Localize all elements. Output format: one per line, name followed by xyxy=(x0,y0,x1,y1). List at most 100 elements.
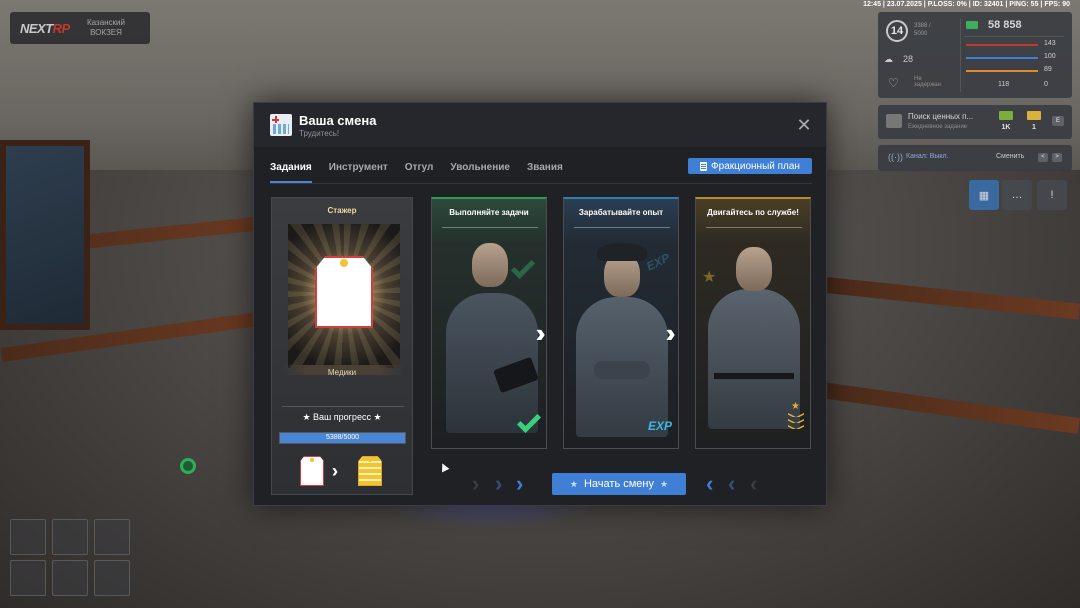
star-icon: ★ xyxy=(660,478,669,489)
status-bar: 12:45 | 23.07.2025 | P.LOSS: 0% | ID: 32… xyxy=(863,1,1070,8)
wings-icon: ☁ xyxy=(884,54,893,64)
close-icon[interactable]: ✕ xyxy=(796,116,812,134)
ticket-icon xyxy=(1027,111,1041,120)
quest-key-hint: E xyxy=(1052,116,1064,126)
tag-hole xyxy=(368,458,372,462)
step-card-experience: Зарабатывайте опыт EXP EXP xyxy=(563,197,679,449)
inventory-slot[interactable] xyxy=(94,560,130,596)
start-shift-label: Начать смену xyxy=(583,478,654,490)
modal-title: Ваша смена xyxy=(299,113,377,128)
hunger-bar xyxy=(966,70,1038,72)
radio-next-button[interactable]: > xyxy=(1052,153,1062,162)
step-card-promotion: Двигайтесь по службе! ★ ★ xyxy=(695,197,811,449)
inventory-slot[interactable] xyxy=(94,519,130,555)
officer-illustration: ★ ★ xyxy=(696,233,810,448)
step-title: Зарабатывайте опыт xyxy=(578,208,664,217)
inventory-slot[interactable] xyxy=(10,560,46,596)
step-divider xyxy=(442,227,538,228)
radio-channel: ((·)) Канал: Выкл. Сменить < > xyxy=(878,145,1072,171)
faction-plan-label: Фракционный план xyxy=(711,160,800,172)
officer-illustration xyxy=(432,233,546,448)
radio-change-label: Сменить xyxy=(996,153,1025,160)
armor-bar xyxy=(966,57,1038,59)
calendar-icon[interactable]: ▦ xyxy=(969,180,999,210)
faction-plan-button[interactable]: Фракционный план xyxy=(688,158,812,174)
health-bar xyxy=(966,44,1038,46)
star-icon: ★ xyxy=(569,478,578,489)
tab-tasks[interactable]: Задания xyxy=(270,159,312,183)
modal-tabs: Задания Инструмент Отгул Увольнение Зван… xyxy=(270,159,563,183)
document-icon xyxy=(700,161,708,171)
level-badge: 14 xyxy=(886,20,908,42)
exp-icon: EXP xyxy=(644,250,672,274)
mouse-cursor-icon xyxy=(438,461,450,473)
tab-tools[interactable]: Инструмент xyxy=(329,159,388,183)
chevron-left-icon: ‹ xyxy=(728,471,736,496)
officer-body xyxy=(708,289,800,429)
chevron-right-icon: › xyxy=(472,471,480,496)
inventory-slot[interactable] xyxy=(52,519,88,555)
tabs-divider xyxy=(270,183,812,184)
wooden-beam xyxy=(820,381,1080,435)
tab-dismissal[interactable]: Увольнение xyxy=(450,159,510,183)
officer-illustration: EXP EXP xyxy=(564,233,678,448)
tag-hole xyxy=(340,259,348,267)
quest-subtitle: Ежедневное задание xyxy=(908,124,968,130)
exp-icon: EXP xyxy=(648,419,673,433)
progress-title: ★ Ваш прогресс ★ xyxy=(302,412,382,422)
hud-divider xyxy=(964,36,1064,37)
step-card-tasks: Выполняйте задачи xyxy=(431,197,547,449)
chevron-right-icon: › xyxy=(495,471,503,496)
belt xyxy=(714,373,794,379)
server-logo: NEXTRP Казанский ВОКЗЕЯ xyxy=(10,12,150,44)
hunger-value: 89 xyxy=(1044,66,1052,73)
exp-counter: 3388 /5000 xyxy=(914,23,931,37)
step-title: Двигайтесь по службе! xyxy=(707,208,799,217)
officer-head xyxy=(472,243,508,287)
cash-icon xyxy=(999,111,1013,120)
rank-upgrade-preview: ›› xyxy=(300,454,386,488)
reward-points: 1 xyxy=(1022,111,1046,131)
progress-bar: 5388/5000 xyxy=(279,432,406,444)
star-icon: ★ xyxy=(791,401,800,412)
radio-icon: ((·)) xyxy=(888,152,903,162)
hospital-icon xyxy=(270,114,292,136)
radio-channel-label: Канал: Выкл. xyxy=(906,153,949,160)
shield-value: 0 xyxy=(1044,81,1048,88)
police-cap-icon xyxy=(597,243,647,261)
chat-icon[interactable]: … xyxy=(1002,180,1032,210)
rank-card: Стажер Медики ★ Ваш прогресс ★ 5388/5000… xyxy=(271,197,413,495)
window xyxy=(0,140,90,330)
rank-faction-name: Медики xyxy=(327,368,357,377)
map-marker-icon[interactable] xyxy=(180,458,196,474)
crossed-arms xyxy=(594,361,650,379)
tag-hole xyxy=(310,458,314,462)
server-name: Казанский ВОКЗЕЯ xyxy=(87,18,125,37)
inventory-slot[interactable] xyxy=(52,560,88,596)
wooden-beam xyxy=(819,276,1080,320)
shift-modal: Ваша смена Трудитесь! ✕ Задания Инструме… xyxy=(253,102,827,506)
modal-header: Ваша смена Трудитесь! ✕ xyxy=(254,103,826,147)
start-shift-button[interactable]: ★ Начать смену ★ xyxy=(552,473,686,495)
quest-title: Поиск ценных п... xyxy=(908,112,974,121)
step-title: Выполняйте задачи xyxy=(449,208,529,217)
health-value: 143 xyxy=(1044,40,1056,47)
bell-icon[interactable]: ! xyxy=(1037,180,1067,210)
chevron-right-icon: › xyxy=(516,471,524,496)
logo-wordmark: NEXTRP xyxy=(20,20,70,36)
money-value: 58 858 xyxy=(988,19,1022,31)
daily-quest[interactable]: Поиск ценных п... Ежедневное задание 1K … xyxy=(878,105,1072,139)
step-divider xyxy=(574,227,670,228)
chest-icon xyxy=(886,114,902,128)
tab-ranks[interactable]: Звания xyxy=(527,159,563,183)
tab-day-off[interactable]: Отгул xyxy=(405,159,434,183)
player-hud: 14 3388 /5000 58 858 ☁ 28 Не задержан ♡ 1… xyxy=(878,12,1072,98)
wanted-row: ☁ 28 xyxy=(884,54,914,64)
radio-prev-button[interactable]: < xyxy=(1038,153,1048,162)
step-divider xyxy=(706,227,802,228)
rank-badge-image xyxy=(288,224,400,368)
armor-value: 100 xyxy=(1044,53,1056,60)
inventory-slot[interactable] xyxy=(10,519,46,555)
modal-subtitle: Трудитесь! xyxy=(299,129,340,138)
checkmark-icon xyxy=(510,254,536,280)
